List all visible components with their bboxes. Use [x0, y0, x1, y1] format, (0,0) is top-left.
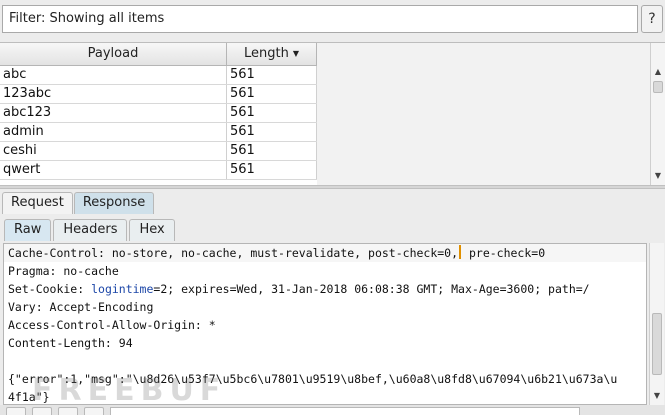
editor-line: Cache-Control: no-store, no-cache, must-… — [4, 244, 646, 262]
text-caret — [459, 245, 462, 259]
editor-line: Set-Cookie: logintime=2; expires=Wed, 31… — [4, 280, 646, 298]
editor-text: Cache-Control: no-store, no-cache, must-… — [8, 246, 459, 260]
next-icon[interactable] — [84, 407, 104, 415]
filter-text: Filter: Showing all items — [9, 11, 165, 26]
previous-icon[interactable] — [32, 407, 52, 415]
payload-cell: qwert — [0, 161, 227, 179]
editor-line: Pragma: no-cache — [8, 264, 119, 278]
length-cell: 561 — [227, 161, 317, 179]
length-cell: 561 — [227, 104, 317, 122]
help-icon[interactable] — [6, 407, 26, 415]
table-empty-area — [317, 43, 650, 185]
length-cell: 561 — [227, 123, 317, 141]
split-pane-divider[interactable] — [0, 185, 665, 189]
column-header-length-label: Length — [244, 46, 289, 61]
watermark-logo: FREEBUF — [32, 373, 227, 408]
editor-scrollbar[interactable]: ▼ — [649, 243, 664, 405]
payload-cell: admin — [0, 123, 227, 141]
table-row[interactable]: ceshi 561 — [0, 142, 317, 161]
table-row[interactable]: 123abc 561 — [0, 85, 317, 104]
table-row[interactable]: abc 561 — [0, 66, 317, 85]
editor-line: Vary: Accept-Encoding — [8, 300, 154, 314]
message-tabs: Request Response — [2, 192, 155, 214]
payload-cell: abc — [0, 66, 227, 84]
results-scrollbar[interactable]: ▲ ▼ — [650, 43, 665, 185]
scrollbar-thumb[interactable] — [653, 81, 663, 93]
chevron-up-icon[interactable]: ▲ — [651, 65, 665, 79]
table-header: Payload Length ▼ — [0, 43, 317, 66]
table-row[interactable]: abc123 561 — [0, 104, 317, 123]
help-button[interactable]: ? — [641, 5, 663, 33]
payload-cell: 123abc — [0, 85, 227, 103]
editor-line: Access-Control-Allow-Origin: * — [8, 318, 216, 332]
tab-headers[interactable]: Headers — [53, 219, 128, 241]
search-input[interactable] — [110, 407, 580, 415]
view-tabs: Raw Headers Hex — [4, 219, 177, 241]
editor-text: Set-Cookie: — [8, 282, 92, 296]
cookie-name: logintime — [91, 282, 154, 296]
length-cell: 561 — [227, 142, 317, 160]
scrollbar-thumb[interactable] — [652, 313, 662, 375]
tab-hex[interactable]: Hex — [129, 219, 175, 241]
column-header-length[interactable]: Length ▼ — [227, 43, 317, 65]
editor-line: Content-Length: 94 — [8, 336, 133, 350]
table-row[interactable]: admin 561 — [0, 123, 317, 142]
results-panel: Payload Length ▼ abc 561 123abc 561 abc12… — [0, 42, 665, 185]
editor-text: =2; expires=Wed, 31-Jan-2018 06:08:38 GM… — [153, 282, 590, 296]
tab-raw[interactable]: Raw — [4, 219, 52, 241]
filter-bar[interactable]: Filter: Showing all items — [2, 5, 638, 33]
length-cell: 561 — [227, 66, 317, 84]
column-header-payload-label: Payload — [87, 46, 139, 61]
editor-text: pre-check=0 — [462, 246, 546, 260]
chevron-down-icon[interactable]: ▼ — [651, 169, 665, 183]
payload-cell: abc123 — [0, 104, 227, 122]
results-table: Payload Length ▼ abc 561 123abc 561 abc12… — [0, 43, 317, 185]
sort-down-icon: ▼ — [292, 49, 299, 58]
payload-cell: ceshi — [0, 142, 227, 160]
length-cell: 561 — [227, 85, 317, 103]
add-icon[interactable] — [58, 407, 78, 415]
table-row[interactable]: qwert 561 — [0, 161, 317, 180]
tab-response[interactable]: Response — [73, 192, 155, 214]
chevron-down-icon[interactable]: ▼ — [650, 389, 664, 403]
tab-request[interactable]: Request — [2, 192, 73, 214]
column-header-payload[interactable]: Payload — [0, 43, 227, 65]
